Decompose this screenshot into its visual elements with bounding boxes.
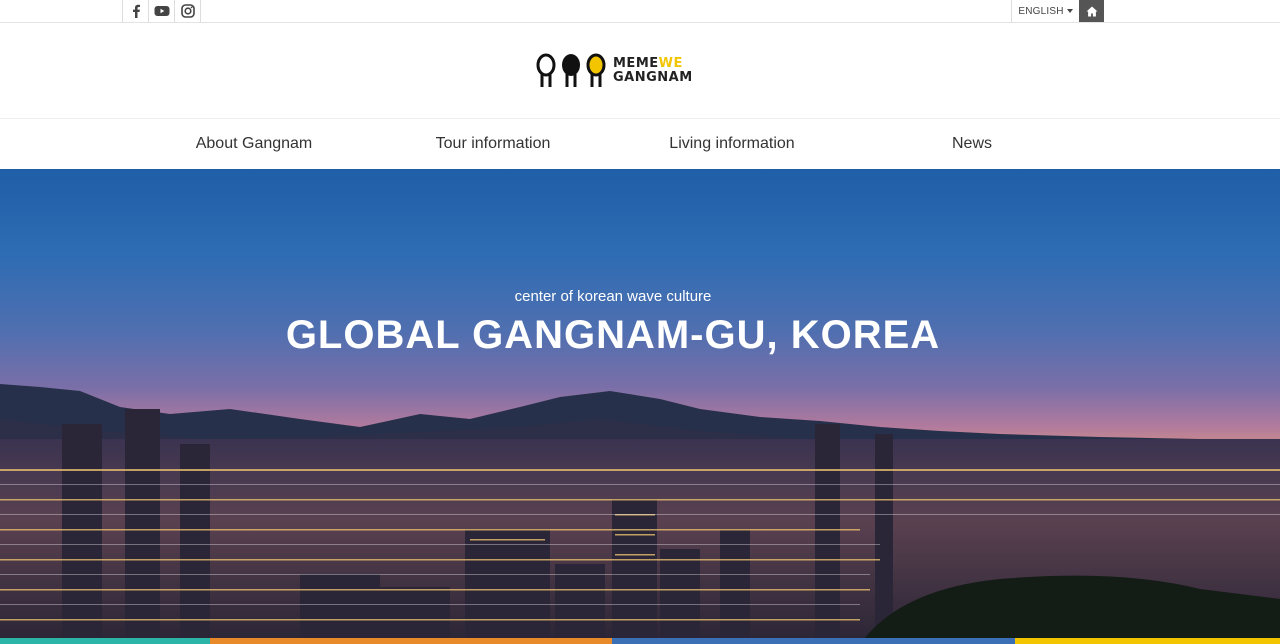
caret-down-icon <box>1066 9 1073 13</box>
nav-item-label: Tour information <box>435 135 551 152</box>
youtube-icon <box>154 6 169 16</box>
hero-banner: center of korean wave culture GLOBAL GAN… <box>0 169 1280 644</box>
instagram-icon <box>180 4 195 18</box>
nav-item-about-gangnam[interactable]: About Gangnam <box>134 119 374 169</box>
logo-text-gangnam: GANGNAM <box>613 70 693 85</box>
home-icon <box>1086 6 1097 16</box>
nav-item-tour-information[interactable]: Tour information <box>373 119 613 169</box>
home-button[interactable] <box>1079 0 1104 22</box>
instagram-link[interactable] <box>175 0 201 22</box>
logo-mark-yellow-icon <box>586 53 606 87</box>
top-utility-bar: ENGLISH <box>0 0 1280 23</box>
nav-item-label: News <box>951 135 992 152</box>
language-selector[interactable]: ENGLISH <box>1011 0 1079 22</box>
social-links <box>122 0 201 22</box>
language-label: ENGLISH <box>1018 5 1064 17</box>
site-logo[interactable]: MEMEWE GANGNAM <box>536 52 692 90</box>
logo-mark-outline-icon <box>536 53 556 87</box>
nav-item-news[interactable]: News <box>852 119 1092 169</box>
hero-subtitle: center of korean wave culture <box>514 288 712 305</box>
youtube-link[interactable] <box>149 0 175 22</box>
logo-text-meme: MEME <box>613 56 659 71</box>
accent-stripe <box>612 638 1015 644</box>
logo-mark-solid-icon <box>562 54 580 87</box>
nav-item-label: Living information <box>669 135 795 152</box>
accent-stripe <box>210 638 612 644</box>
logo-wordmark: MEMEWE GANGNAM <box>613 57 693 85</box>
main-navigation: About Gangnam Tour information Living in… <box>0 118 1280 169</box>
facebook-link[interactable] <box>123 0 149 22</box>
accent-stripe <box>1015 638 1280 644</box>
nav-item-living-information[interactable]: Living information <box>612 119 852 169</box>
nav-item-label: About Gangnam <box>195 135 313 152</box>
city-skyline-image <box>0 384 1280 644</box>
header-logo-area: MEMEWE GANGNAM <box>0 23 1280 118</box>
accent-stripe <box>0 638 210 644</box>
logo-marks <box>536 53 606 89</box>
hero-title: GLOBAL GANGNAM-GU, KOREA <box>285 313 941 357</box>
facebook-icon <box>132 4 140 18</box>
logo-text-we: WE <box>658 56 683 71</box>
